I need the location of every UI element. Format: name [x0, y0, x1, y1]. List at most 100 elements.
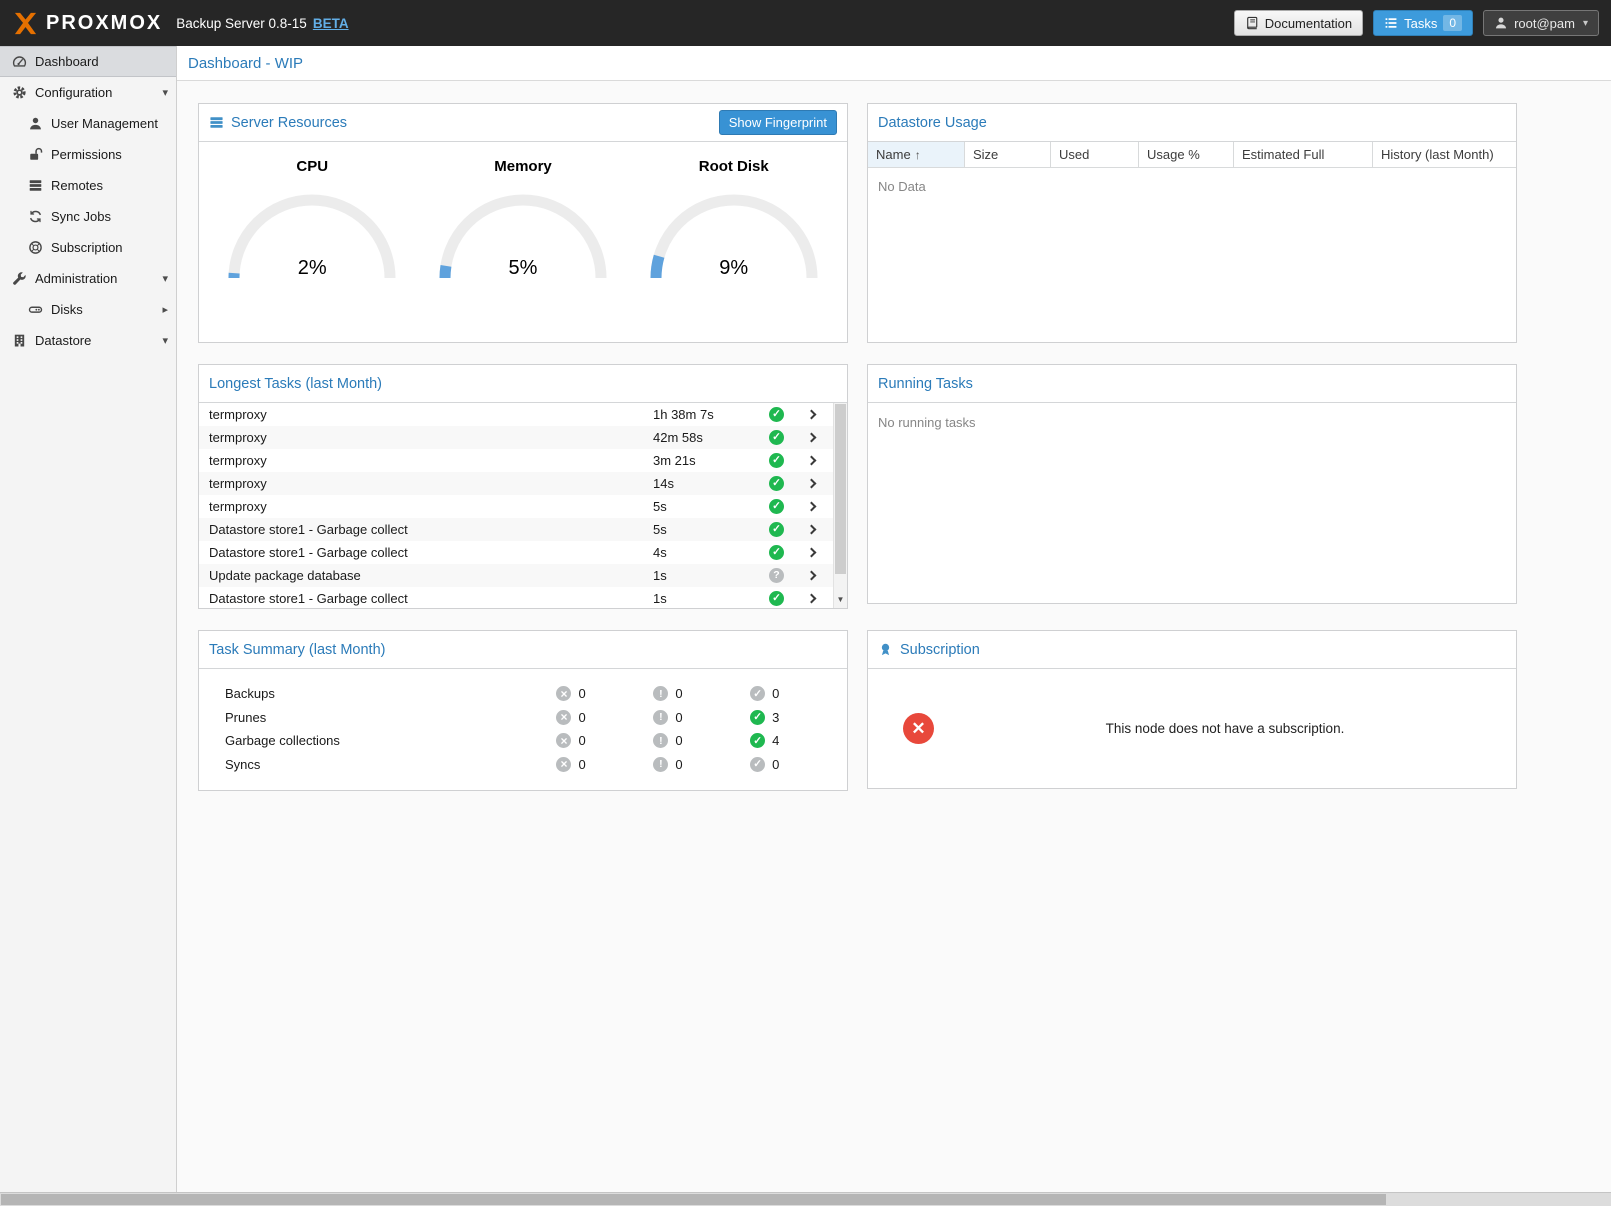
- sort-ascending-icon: ↑: [915, 148, 921, 162]
- scroll-down-button[interactable]: ▼: [834, 592, 847, 607]
- error-count: 0: [578, 757, 585, 772]
- scrollbar-thumb[interactable]: [835, 404, 846, 574]
- task-detail-button[interactable]: [793, 549, 829, 556]
- no-data-message: No Data: [868, 168, 1516, 205]
- gauge-value: 9%: [646, 257, 822, 280]
- task-detail-button[interactable]: [793, 457, 829, 464]
- ok-count: 3: [772, 710, 779, 725]
- subscription-panel: Subscription ✕ This node does not have a…: [867, 630, 1517, 789]
- support-ring-icon: [28, 240, 43, 255]
- server-resources-icon: [209, 115, 224, 130]
- scrollbar-thumb[interactable]: [1, 1194, 1386, 1205]
- task-detail-button[interactable]: [793, 526, 829, 533]
- sidebar-item-disks[interactable]: Disks ▸: [0, 294, 176, 325]
- warning-icon: [653, 757, 668, 772]
- task-detail-button[interactable]: [793, 503, 829, 510]
- column-header-history[interactable]: History (last Month): [1373, 142, 1516, 168]
- status-ok-icon: [769, 407, 784, 422]
- error-count: 0: [578, 686, 585, 701]
- chevron-right-icon: [806, 456, 816, 466]
- task-row[interactable]: Datastore store1 - Garbage collect 1s: [199, 587, 847, 608]
- task-detail-button[interactable]: [793, 480, 829, 487]
- brand-name: PROXMOX: [46, 12, 162, 35]
- task-duration: 14s: [653, 476, 760, 491]
- task-detail-button[interactable]: [793, 434, 829, 441]
- column-header-name[interactable]: Name ↑: [868, 142, 965, 168]
- column-header-estimated-full[interactable]: Estimated Full: [1234, 142, 1373, 168]
- task-detail-button[interactable]: [793, 411, 829, 418]
- beta-link[interactable]: BETA: [313, 16, 349, 31]
- ok-count: 0: [772, 757, 779, 772]
- sidebar-item-label: Configuration: [35, 85, 112, 100]
- sidebar-item-permissions[interactable]: Permissions: [0, 139, 176, 170]
- tasks-button[interactable]: Tasks 0: [1373, 10, 1473, 36]
- task-duration: 42m 58s: [653, 430, 760, 445]
- chevron-right-icon: [806, 571, 816, 581]
- chevron-right-icon: ▸: [162, 303, 168, 316]
- proxmox-logo: PROXMOX: [12, 10, 162, 37]
- ok-count: 0: [772, 686, 779, 701]
- sync-icon: [28, 209, 43, 224]
- error-icon: [556, 733, 571, 748]
- user-menu-button[interactable]: root@pam ▾: [1483, 10, 1599, 36]
- task-row[interactable]: Datastore store1 - Garbage collect 5s: [199, 518, 847, 541]
- sidebar-item-label: Permissions: [51, 147, 122, 162]
- vertical-scrollbar[interactable]: ▼: [833, 403, 847, 608]
- task-row[interactable]: termproxy 5s: [199, 495, 847, 518]
- task-row[interactable]: termproxy 3m 21s: [199, 449, 847, 472]
- chevron-right-icon: [806, 502, 816, 512]
- sidebar-item-label: Datastore: [35, 333, 91, 348]
- chevron-down-icon: ▾: [162, 334, 168, 347]
- ok-icon: [750, 686, 765, 701]
- task-detail-button[interactable]: [793, 572, 829, 579]
- task-detail-button[interactable]: [793, 595, 829, 602]
- column-header-usage-pct[interactable]: Usage %: [1139, 142, 1234, 168]
- book-icon: [1245, 16, 1259, 30]
- task-name: Datastore store1 - Garbage collect: [209, 522, 653, 537]
- longest-tasks-panel: Longest Tasks (last Month) termproxy 1h …: [198, 364, 848, 609]
- user-icon: [1494, 16, 1508, 30]
- task-name: termproxy: [209, 453, 653, 468]
- sidebar-item-subscription[interactable]: Subscription: [0, 232, 176, 263]
- column-header-size[interactable]: Size: [965, 142, 1051, 168]
- cpu-gauge: CPU 2%: [215, 158, 410, 285]
- task-row[interactable]: Datastore store1 - Garbage collect 4s: [199, 541, 847, 564]
- warning-icon: [653, 686, 668, 701]
- horizontal-scrollbar[interactable]: [0, 1192, 1611, 1206]
- sidebar-item-administration[interactable]: Administration ▾: [0, 263, 176, 294]
- warning-count: 0: [675, 733, 682, 748]
- sidebar-item-sync-jobs[interactable]: Sync Jobs: [0, 201, 176, 232]
- documentation-button[interactable]: Documentation: [1234, 10, 1363, 36]
- task-duration: 1h 38m 7s: [653, 407, 760, 422]
- sidebar-item-dashboard[interactable]: Dashboard: [0, 46, 176, 77]
- task-row[interactable]: termproxy 14s: [199, 472, 847, 495]
- warning-count: 0: [675, 710, 682, 725]
- task-name: termproxy: [209, 476, 653, 491]
- column-header-used[interactable]: Used: [1051, 142, 1139, 168]
- summary-row-garbage-collections: Garbage collections 0 0 4: [225, 729, 847, 753]
- ok-icon: [750, 710, 765, 725]
- sidebar-item-remotes[interactable]: Remotes: [0, 170, 176, 201]
- sidebar-item-datastore[interactable]: Datastore ▾: [0, 325, 176, 356]
- show-fingerprint-button[interactable]: Show Fingerprint: [719, 110, 837, 135]
- page-title-bar: Dashboard - WIP: [177, 46, 1611, 81]
- sidebar-item-configuration[interactable]: Configuration ▾: [0, 77, 176, 108]
- task-row[interactable]: Update package database 1s: [199, 564, 847, 587]
- error-icon: [556, 686, 571, 701]
- panel-title: Server Resources: [231, 115, 347, 131]
- task-name: Datastore store1 - Garbage collect: [209, 591, 653, 606]
- summary-row-backups: Backups 0 0 0: [225, 682, 847, 706]
- task-row[interactable]: termproxy 42m 58s: [199, 426, 847, 449]
- tasks-label: Tasks: [1404, 16, 1437, 31]
- running-tasks-panel: Running Tasks No running tasks: [867, 364, 1517, 604]
- task-row[interactable]: termproxy 1h 38m 7s: [199, 403, 847, 426]
- chevron-right-icon: [806, 433, 816, 443]
- chevron-down-icon: ▾: [162, 272, 168, 285]
- sidebar-item-user-management[interactable]: User Management: [0, 108, 176, 139]
- topbar: PROXMOX Backup Server 0.8-15 BETA Docume…: [0, 0, 1611, 46]
- task-name: termproxy: [209, 430, 653, 445]
- task-duration: 5s: [653, 522, 760, 537]
- app-version-title: Backup Server 0.8-15: [176, 16, 307, 31]
- no-subscription-icon: ✕: [903, 713, 934, 744]
- task-name: Update package database: [209, 568, 653, 583]
